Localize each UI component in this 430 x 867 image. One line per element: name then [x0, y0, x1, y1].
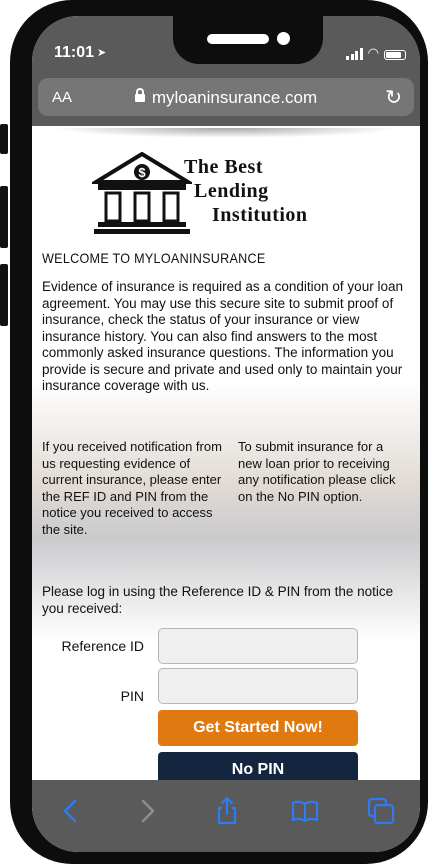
brand-logo: $ The Best Lending Institution — [92, 152, 362, 237]
emblem-symbol: $ — [138, 165, 146, 180]
phone-screen: 11:01 ➤ ◠ AA myloaninsurance.com ↻ $ The… — [32, 16, 420, 852]
share-icon[interactable] — [212, 796, 242, 826]
bank-building-icon: $ — [92, 152, 192, 234]
location-arrow-icon: ➤ — [97, 47, 107, 59]
brand-line-2: Lending — [194, 180, 269, 202]
no-pin-button[interactable]: No PIN — [158, 752, 358, 780]
notch-camera — [277, 32, 290, 45]
bookmarks-icon[interactable] — [290, 796, 320, 826]
battery-icon — [384, 50, 406, 60]
url-text: myloaninsurance.com — [151, 88, 318, 107]
ref-instructions: If you received notification from us req… — [42, 439, 222, 537]
back-icon[interactable] — [56, 796, 86, 826]
url-display[interactable]: myloaninsurance.com — [38, 88, 414, 108]
reload-icon[interactable]: ↻ — [385, 85, 402, 110]
header-shadow — [52, 128, 400, 138]
signal-icon — [346, 48, 363, 60]
phone-side-button — [0, 264, 8, 326]
status-icons: ◠ — [346, 46, 406, 60]
intro-paragraph: Evidence of insurance is required as a c… — [42, 279, 403, 393]
pin-input[interactable] — [158, 668, 358, 704]
notch — [173, 16, 323, 64]
address-bar-area: AA myloaninsurance.com ↻ — [32, 76, 420, 126]
forward-icon[interactable] — [132, 796, 162, 826]
phone-frame: 11:01 ➤ ◠ AA myloaninsurance.com ↻ $ The… — [10, 0, 428, 864]
page-content: $ The Best Lending Institution WELCOME T… — [32, 126, 420, 780]
address-bar[interactable]: AA myloaninsurance.com ↻ — [38, 78, 414, 116]
brand-line-1: The Best — [184, 156, 263, 178]
status-time: 11:01 — [54, 44, 95, 61]
tabs-icon[interactable] — [366, 796, 396, 826]
brand-line-3: Institution — [212, 204, 308, 226]
get-started-button[interactable]: Get Started Now! — [158, 710, 358, 746]
pin-label: PIN — [120, 688, 144, 704]
browser-toolbar — [32, 780, 420, 852]
welcome-heading: WELCOME TO MYLOANINSURANCE — [42, 250, 266, 266]
status-bar: 11:01 ➤ ◠ — [32, 16, 420, 76]
login-prompt: Please log in using the Reference ID & P… — [42, 584, 394, 616]
lock-icon — [134, 88, 145, 102]
reference-id-input[interactable] — [158, 628, 358, 664]
notch-pill — [207, 34, 269, 44]
reference-id-label: Reference ID — [61, 638, 144, 654]
phone-side-button — [0, 186, 8, 248]
no-pin-instructions: To submit insurance for a new loan prior… — [238, 439, 396, 504]
wifi-icon: ◠ — [367, 45, 379, 60]
phone-side-button — [0, 124, 8, 154]
